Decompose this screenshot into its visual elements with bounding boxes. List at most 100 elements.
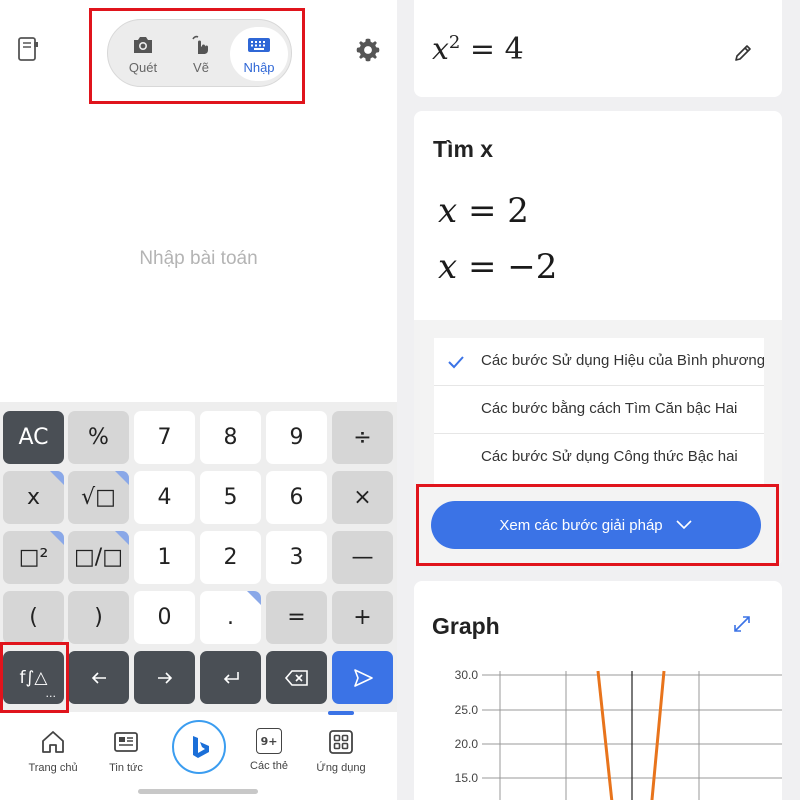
nav-news[interactable]: Tin tức — [91, 728, 161, 774]
key-6[interactable]: 6 — [266, 471, 327, 524]
mode-scan[interactable]: Quét — [114, 27, 172, 81]
key-left-arrow[interactable] — [68, 651, 129, 704]
problem-equation: x2 = 4 — [432, 32, 524, 67]
mode-draw-label: Vẽ — [193, 59, 209, 75]
y-tick-label: 30.0 — [455, 668, 479, 682]
mode-type[interactable]: Nhập — [230, 27, 288, 81]
graph-card: Graph 30.0 25.0 20.0 15.0 — [414, 581, 782, 800]
method-list: Các bước Sử dụng Hiệu của Bình phương Cá… — [434, 338, 764, 485]
equation-exponent: 2 — [448, 32, 461, 53]
key-solve[interactable] — [332, 651, 393, 704]
nav-bing[interactable] — [172, 720, 226, 774]
key-enter[interactable] — [200, 651, 261, 704]
draw-hand-icon — [192, 35, 208, 54]
home-icon — [42, 731, 64, 753]
camera-icon — [134, 36, 152, 53]
graph-plot[interactable]: 30.0 25.0 20.0 15.0 — [414, 661, 782, 800]
key-decimal-label: . — [227, 605, 234, 630]
equation-base: x — [432, 32, 449, 67]
expand-icon[interactable] — [732, 614, 752, 634]
key-minus[interactable]: — — [332, 531, 393, 584]
problem-input[interactable]: Nhập bài toán — [0, 248, 397, 270]
method-item-quadratic-formula[interactable]: Các bước Sử dụng Công thức Bậc hai — [434, 434, 764, 482]
mode-scan-label: Quét — [128, 59, 158, 75]
chevron-down-icon — [676, 520, 692, 530]
key-x[interactable]: x — [3, 471, 64, 524]
key-sqrt-label: √□ — [81, 485, 116, 510]
method-label: Các bước bằng cách Tìm Căn bậc Hai — [481, 400, 738, 417]
key-sqrt[interactable]: √□ — [68, 471, 129, 524]
key-multiply[interactable]: × — [332, 471, 393, 524]
key-more-corner — [50, 531, 64, 545]
apps-icon — [329, 730, 353, 754]
key-percent[interactable]: % — [68, 411, 129, 464]
news-icon — [114, 732, 138, 752]
key-8[interactable]: 8 — [200, 411, 261, 464]
key-x-label: x — [26, 485, 41, 510]
system-home-bar — [138, 789, 258, 794]
key-open-paren[interactable]: ( — [3, 591, 64, 644]
mode-selector: Quét Vẽ Nhập — [107, 19, 292, 87]
backspace-icon — [284, 669, 308, 686]
key-more-corner — [115, 531, 129, 545]
answer-1-var: x — [438, 191, 458, 231]
key-fraction-label: □/□ — [74, 545, 123, 570]
nav-home-label: Trang chủ — [28, 762, 78, 774]
key-square[interactable]: □² — [3, 531, 64, 584]
key-close-paren[interactable]: ) — [68, 591, 129, 644]
key-backspace[interactable] — [266, 651, 327, 704]
method-label: Các bước Sử dụng Công thức Bậc hai — [481, 448, 738, 465]
key-1[interactable]: 1 — [134, 531, 195, 584]
answer-1-rhs: = 2 — [468, 191, 529, 231]
nav-tabs-label: Các thẻ — [250, 760, 288, 772]
key-0[interactable]: 0 — [134, 591, 195, 644]
notebook-icon[interactable] — [16, 36, 40, 64]
nav-apps-label: Ứng dụng — [316, 762, 366, 774]
mode-selector-highlight: Quét Vẽ Nhập — [89, 8, 305, 104]
gear-icon[interactable] — [355, 37, 381, 63]
key-2[interactable]: 2 — [200, 531, 261, 584]
send-icon — [353, 668, 373, 687]
pencil-icon[interactable] — [732, 42, 754, 64]
arrow-left-icon — [91, 671, 106, 684]
key-divide[interactable]: ÷ — [332, 411, 393, 464]
solution-answer-2: x = −2 — [438, 247, 557, 287]
nav-tabs[interactable]: 9+ Các thẻ — [234, 728, 304, 772]
key-plus[interactable]: + — [332, 591, 393, 644]
key-more-corner — [115, 471, 129, 485]
functions-key-highlight — [0, 642, 69, 713]
view-steps-button[interactable]: Xem các bước giải pháp — [431, 501, 761, 549]
method-item-difference-of-squares[interactable]: Các bước Sử dụng Hiệu của Bình phương — [434, 338, 764, 386]
key-4[interactable]: 4 — [134, 471, 195, 524]
method-item-square-root[interactable]: Các bước bằng cách Tìm Căn bậc Hai — [434, 386, 764, 434]
nav-home[interactable]: Trang chủ — [18, 728, 88, 774]
y-tick-label: 20.0 — [455, 737, 479, 751]
key-ac[interactable]: AC — [3, 411, 64, 464]
nav-apps[interactable]: Ứng dụng — [306, 728, 376, 774]
key-9[interactable]: 9 — [266, 411, 327, 464]
key-more-corner — [247, 591, 261, 605]
right-panel: x2 = 4 Tìm x x = 2 x = −2 Các bước Sử dụ… — [397, 0, 800, 800]
mode-draw[interactable]: Vẽ — [172, 27, 230, 81]
problem-card: x2 = 4 — [414, 0, 782, 97]
keypad-page-indicator — [328, 711, 354, 715]
graph-title: Graph — [432, 613, 500, 639]
tabs-icon: 9+ — [256, 728, 282, 754]
key-equals[interactable]: = — [266, 591, 327, 644]
nav-news-label: Tin tức — [109, 762, 143, 774]
key-right-arrow[interactable] — [134, 651, 195, 704]
keyboard-icon — [248, 37, 270, 52]
solution-title: Tìm x — [433, 136, 494, 162]
key-3[interactable]: 3 — [266, 531, 327, 584]
y-tick-label: 15.0 — [455, 771, 479, 785]
key-decimal[interactable]: . — [200, 591, 261, 644]
key-5[interactable]: 5 — [200, 471, 261, 524]
enter-icon — [223, 671, 239, 684]
key-7[interactable]: 7 — [134, 411, 195, 464]
key-fraction[interactable]: □/□ — [68, 531, 129, 584]
y-tick-label: 25.0 — [455, 703, 479, 717]
key-square-label: □² — [18, 545, 49, 570]
mode-type-label: Nhập — [243, 59, 275, 75]
arrow-right-icon — [157, 671, 172, 684]
bing-icon — [193, 736, 209, 758]
